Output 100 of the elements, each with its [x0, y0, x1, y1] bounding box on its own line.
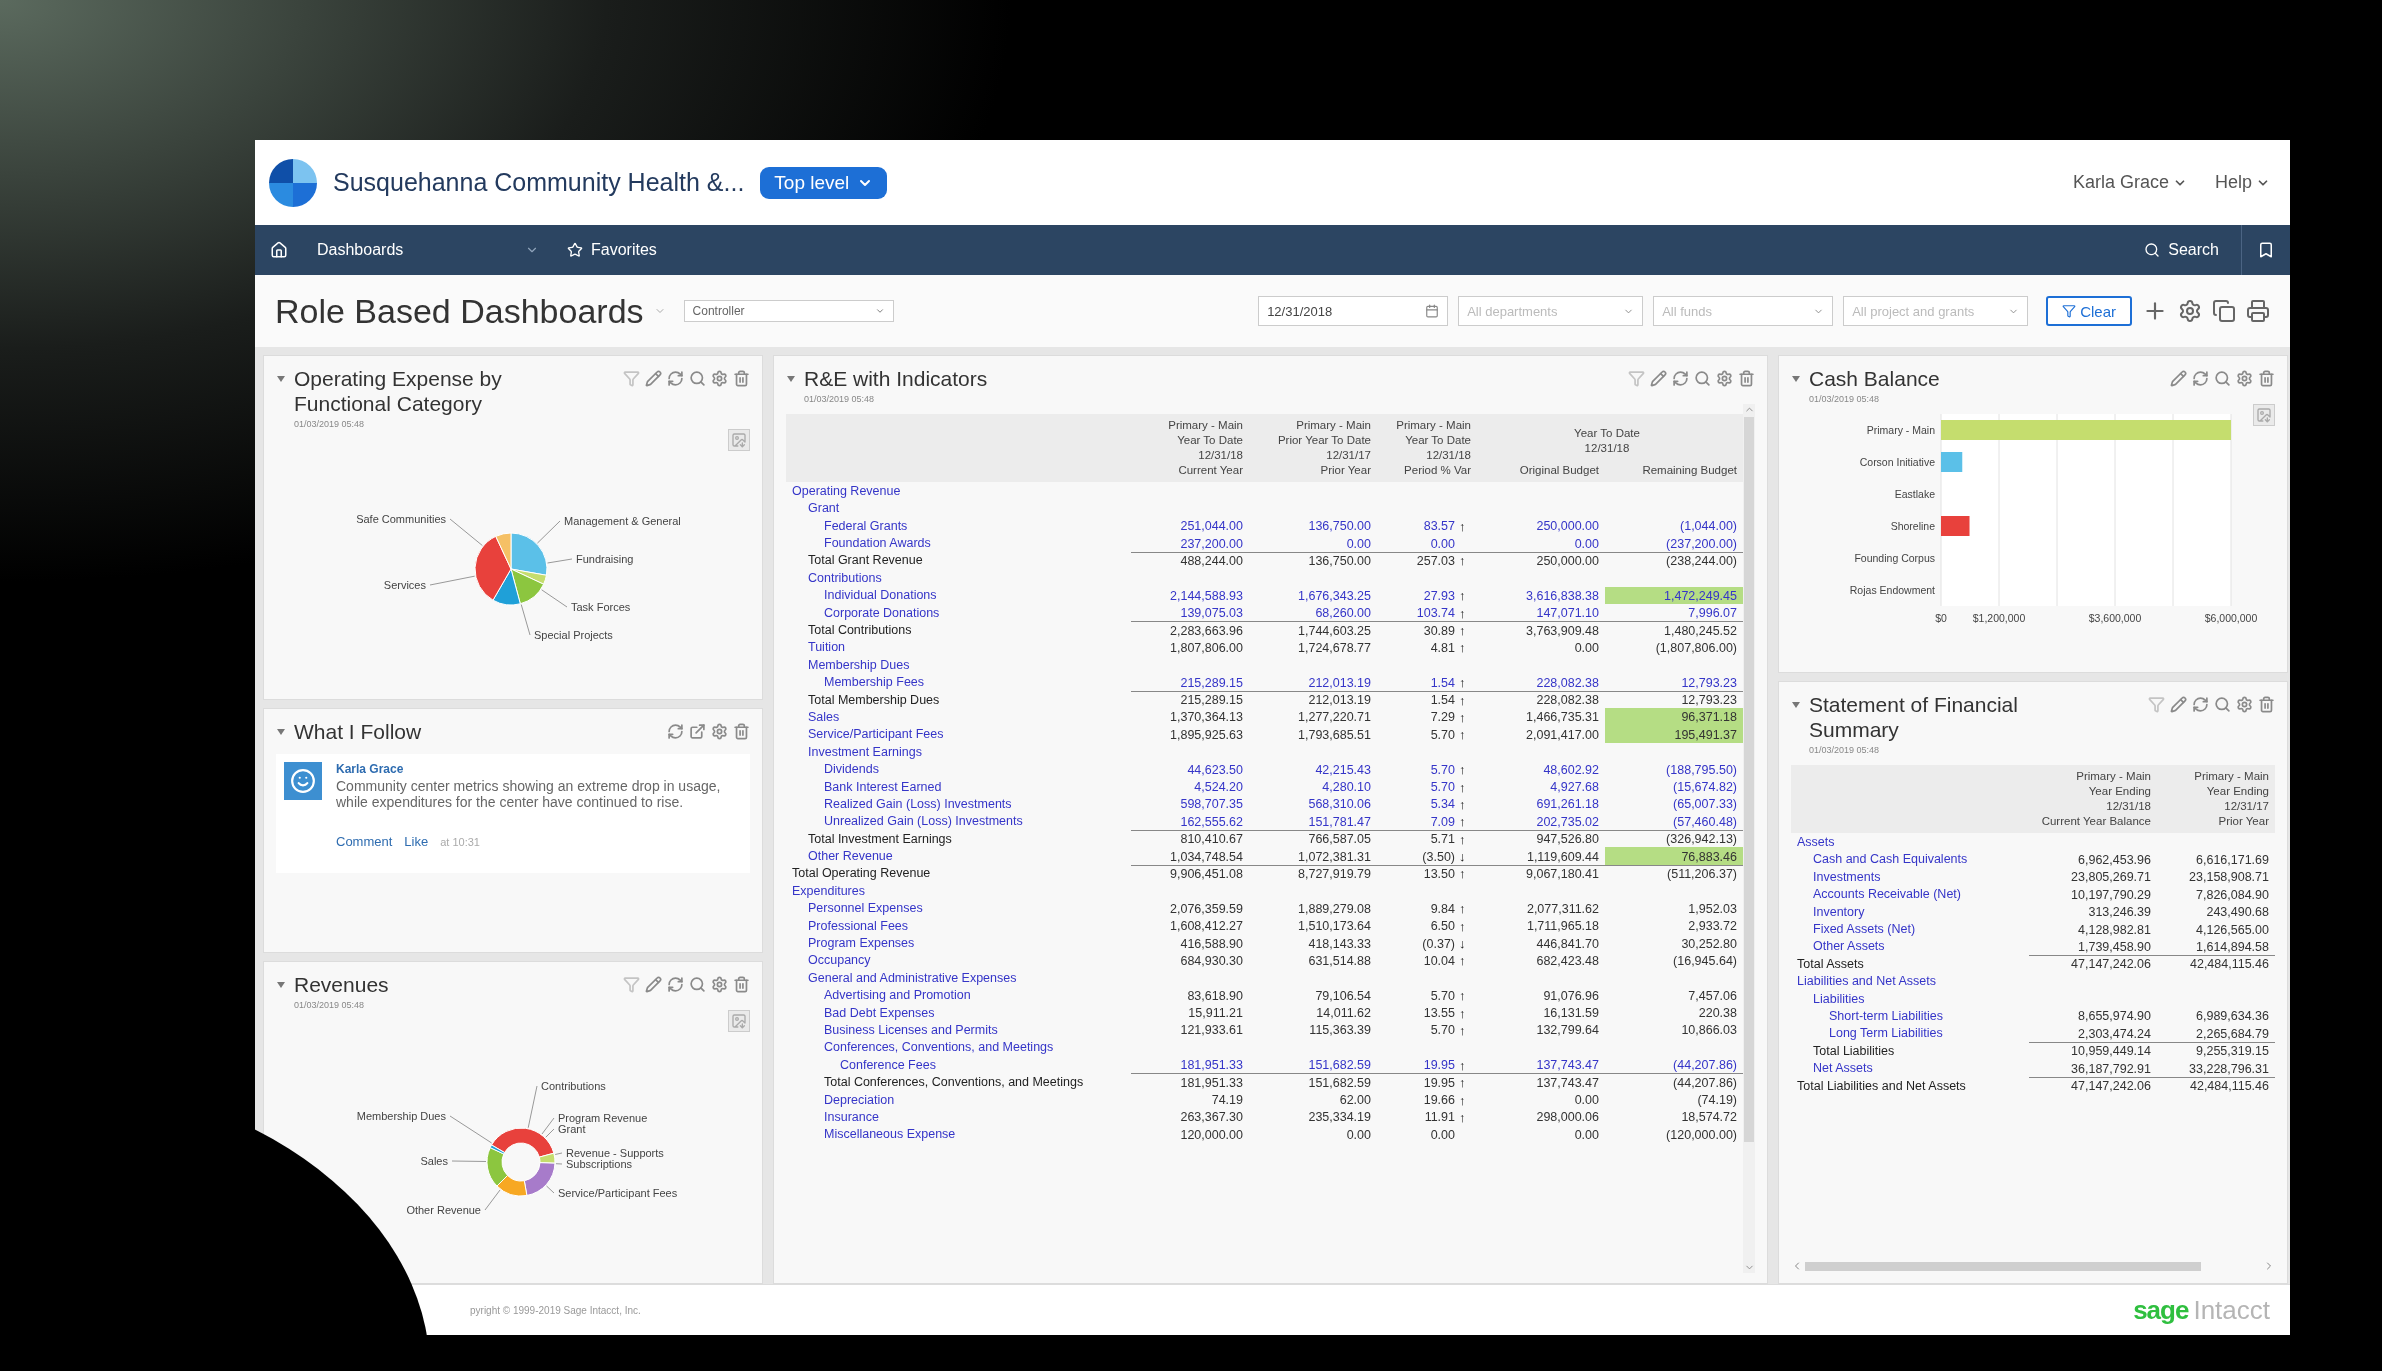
row-label[interactable]: Long Term Liabilities	[1791, 1026, 2029, 1041]
level-dropdown[interactable]: Top level	[760, 166, 888, 199]
settings-icon[interactable]	[711, 976, 728, 993]
row-label[interactable]: Dividends	[786, 762, 1131, 777]
row-label[interactable]: Advertising and Promotion	[786, 988, 1131, 1003]
refresh-icon[interactable]	[1672, 370, 1689, 387]
settings-icon[interactable]	[711, 723, 728, 740]
nav-menu-item[interactable]: Favorites	[553, 225, 671, 275]
collapse-caret-icon[interactable]	[1791, 375, 1801, 383]
row-label[interactable]: Conference Fees	[786, 1057, 1131, 1072]
collapse-caret-icon[interactable]	[276, 375, 286, 383]
pencil-icon[interactable]	[2170, 370, 2187, 387]
row-label[interactable]: Cash and Cash Equivalents	[1791, 852, 2029, 867]
settings-icon[interactable]	[711, 370, 728, 387]
refresh-icon[interactable]	[667, 976, 684, 993]
row-label[interactable]: Program Expenses	[786, 936, 1131, 951]
search-icon[interactable]	[1694, 370, 1711, 387]
pencil-icon[interactable]	[645, 370, 662, 387]
clear-button[interactable]: Clear	[2046, 296, 2132, 326]
vertical-scrollbar[interactable]	[1743, 404, 1755, 1273]
pencil-icon[interactable]	[1650, 370, 1667, 387]
table-cell-text: 5.70 ↑	[1429, 987, 1467, 1004]
trash-icon[interactable]	[733, 723, 750, 740]
table-cell-text: 23,805,269.71	[2070, 869, 2152, 886]
refresh-icon[interactable]	[2192, 696, 2209, 713]
filter-icon[interactable]	[1628, 370, 1645, 387]
refresh-icon[interactable]	[667, 370, 684, 387]
row-label[interactable]: Occupancy	[786, 953, 1131, 968]
row-label[interactable]: Service/Participant Fees	[786, 727, 1131, 742]
export-image-icon[interactable]	[728, 429, 750, 452]
row-label[interactable]: Bad Debt Expenses	[786, 1005, 1131, 1020]
refresh-icon[interactable]	[667, 723, 684, 740]
row-label[interactable]: Professional Fees	[786, 918, 1131, 933]
table-cell-text: 68,260.00	[1314, 605, 1372, 622]
collapse-caret-icon[interactable]	[276, 981, 286, 989]
table-cell-text: 10,197,790.29	[2070, 886, 2152, 903]
row-label[interactable]: Accounts Receivable (Net)	[1791, 887, 2029, 902]
help-menu[interactable]: Help	[2208, 171, 2276, 194]
trend-arrow: ↑	[1459, 831, 1466, 847]
row-label[interactable]: Foundation Awards	[786, 536, 1131, 551]
calendar-icon[interactable]	[1425, 304, 1440, 318]
trash-icon[interactable]	[733, 370, 750, 387]
row-label[interactable]: Corporate Donations	[786, 605, 1131, 620]
row-label[interactable]: Miscellaneous Expense	[786, 1127, 1131, 1142]
trash-icon[interactable]	[1738, 370, 1755, 387]
search-icon[interactable]	[2214, 370, 2231, 387]
row-label[interactable]: Fixed Assets (Net)	[1791, 922, 2029, 936]
trash-icon[interactable]	[2258, 370, 2275, 387]
collapse-caret-icon[interactable]	[276, 728, 286, 736]
row-label[interactable]: Bank Interest Earned	[786, 779, 1131, 794]
post-action-link[interactable]: Like	[404, 833, 429, 849]
search-icon[interactable]	[2214, 696, 2231, 713]
external-link-icon[interactable]	[689, 723, 706, 740]
user-menu[interactable]: Karla Grace	[2066, 171, 2193, 194]
filter-icon[interactable]	[623, 370, 640, 387]
row-label[interactable]: Federal Grants	[786, 518, 1131, 533]
filter-icon[interactable]	[2148, 696, 2165, 713]
settings-icon[interactable]	[2236, 696, 2253, 713]
pencil-icon[interactable]	[645, 976, 662, 993]
search-icon[interactable]	[689, 370, 706, 387]
pencil-icon[interactable]	[2170, 696, 2187, 713]
row-label[interactable]: Other Assets	[1791, 939, 2029, 954]
table-cell-text: 7.29 ↑	[1429, 708, 1467, 726]
table-cell-text: 42,215.43	[1314, 761, 1372, 778]
trash-icon[interactable]	[2258, 696, 2275, 713]
row-label[interactable]: Other Revenue	[786, 849, 1131, 864]
row-label[interactable]: Inventory	[1791, 904, 2029, 919]
row-label[interactable]: Insurance	[786, 1109, 1131, 1124]
row-label[interactable]: Realized Gain (Loss) Investments	[786, 796, 1131, 811]
row-label[interactable]: Investments	[1791, 869, 2029, 884]
table-cell-text: 79,106.54	[1314, 987, 1372, 1004]
row-label[interactable]: Short-term Liabilities	[1791, 1008, 2029, 1023]
settings-icon[interactable]	[2236, 370, 2253, 387]
export-image-icon[interactable]	[2253, 404, 2275, 427]
row-label[interactable]: Personnel Expenses	[786, 901, 1131, 916]
post-action-link[interactable]: Comment	[336, 833, 393, 849]
copy-icon[interactable]	[2212, 299, 2236, 323]
row-label[interactable]: Sales	[786, 709, 1131, 724]
row-label[interactable]: Individual Donations	[786, 588, 1131, 603]
settings-icon[interactable]	[1716, 370, 1733, 387]
row-label[interactable]: Tuition	[786, 640, 1131, 655]
post-author[interactable]: Karla Grace	[336, 762, 742, 777]
settings-icon[interactable]	[2178, 299, 2202, 323]
trash-icon[interactable]	[733, 976, 750, 993]
nav-menu-item[interactable]: Dashboards	[303, 225, 553, 275]
printer-icon[interactable]	[2246, 299, 2270, 323]
row-label[interactable]: Depreciation	[786, 1092, 1131, 1107]
export-image-icon[interactable]	[728, 1010, 750, 1033]
row-label[interactable]: Business Licenses and Permits	[786, 1023, 1131, 1037]
collapse-caret-icon[interactable]	[786, 375, 796, 383]
organization-name[interactable]: Susquehanna Community Health &...	[333, 168, 745, 197]
collapse-caret-icon[interactable]	[1791, 701, 1801, 709]
date-field[interactable]: 12/31/2018	[1258, 296, 1449, 326]
row-label[interactable]: Net Assets	[1791, 1061, 2029, 1076]
refresh-icon[interactable]	[2192, 370, 2209, 387]
row-label[interactable]: Unrealized Gain (Loss) Investments	[786, 814, 1131, 829]
row-label[interactable]: Membership Fees	[786, 675, 1131, 690]
filter-icon[interactable]	[623, 976, 640, 993]
search-icon[interactable]	[689, 976, 706, 993]
role-select[interactable]: Controller	[683, 300, 894, 322]
